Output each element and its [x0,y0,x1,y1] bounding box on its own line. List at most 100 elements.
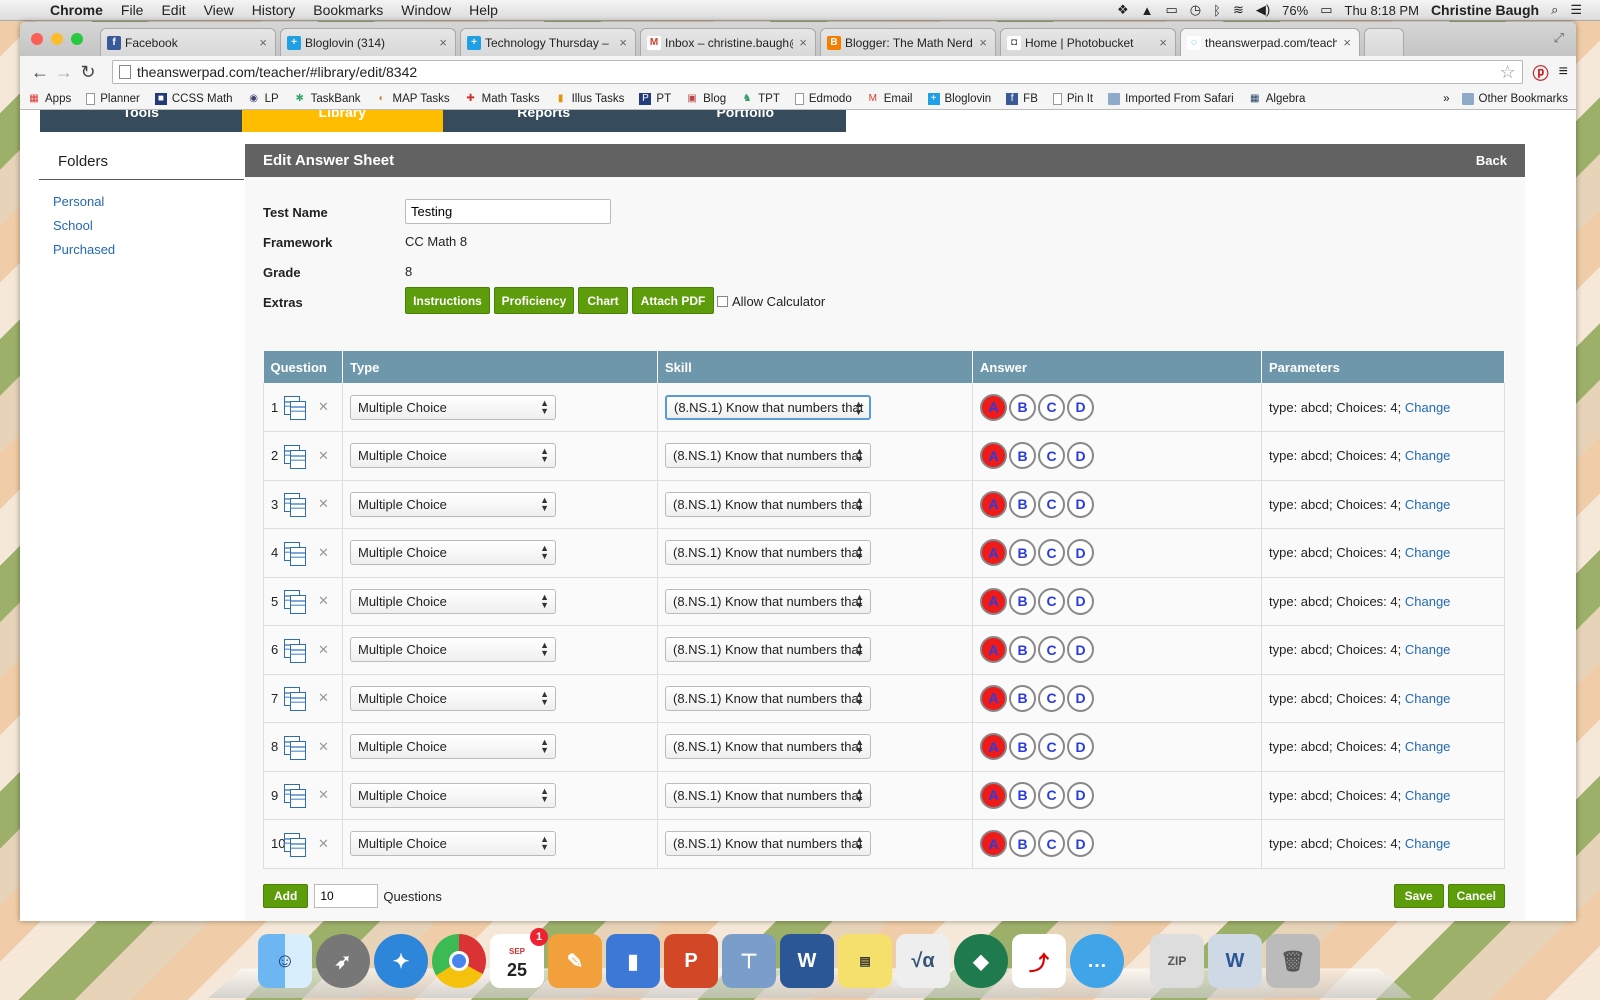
skill-select[interactable]: (8.NS.1) Know that numbers that ▲ ▼ [665,783,871,808]
type-select[interactable]: Multiple Choice ▲ ▼ [350,686,556,711]
back-arrow-icon[interactable]: ← [28,62,52,83]
nav-library[interactable]: Library [242,110,444,132]
copy-question-icon[interactable] [284,687,306,709]
skill-select[interactable]: (8.NS.1) Know that numbers that ▲ ▼ [665,443,871,468]
user-name[interactable]: Christine Baugh [1431,2,1539,18]
keynote-icon[interactable]: ⊤ [722,934,776,988]
answer-choice-a[interactable]: A [980,442,1007,469]
answer-choice-b[interactable]: B [1009,636,1036,663]
allow-calculator-checkbox[interactable] [717,296,728,307]
bookmark-imported-from-safari[interactable]: Imported From Safari [1108,93,1234,105]
answer-choice-c[interactable]: C [1038,636,1065,663]
delete-question-icon[interactable]: ✕ [318,787,329,803]
bookmark-email[interactable]: M Email [867,93,913,105]
answer-choice-d[interactable]: D [1067,830,1094,857]
bookmark-fb[interactable]: f FB [1006,93,1038,105]
menu-file[interactable]: File [121,2,144,18]
trash-icon[interactable]: 🗑 [1266,934,1320,988]
copy-question-icon[interactable] [284,784,306,806]
launchpad-icon[interactable]: ➶ [316,934,370,988]
attach-pdf-button[interactable]: Attach PDF [632,287,714,314]
acrobat-icon[interactable]: ⤴ [1012,934,1066,988]
bookmark-pin-it[interactable]: Pin It [1053,93,1093,105]
answer-choice-c[interactable]: C [1038,442,1065,469]
answer-choice-b[interactable]: B [1009,782,1036,809]
drive-icon[interactable]: ▲ [1141,3,1154,18]
bluetooth-icon[interactable]: ᛒ [1213,3,1221,18]
reload-icon[interactable]: ↻ [76,62,100,83]
bookmark-tpt[interactable]: ♞ TPT [741,93,780,105]
pages-icon[interactable]: ✎ [548,934,602,988]
skill-select[interactable]: (8.NS.1) Know that numbers that ▲ ▼ [665,492,871,517]
answer-choice-b[interactable]: B [1009,733,1036,760]
copy-question-icon[interactable] [284,833,306,855]
close-tab-icon[interactable]: × [799,35,807,50]
answer-choice-b[interactable]: B [1009,830,1036,857]
change-parameters-link[interactable]: Change [1405,836,1451,851]
change-parameters-link[interactable]: Change [1405,788,1451,803]
answer-choice-a[interactable]: A [980,830,1007,857]
menu-window[interactable]: Window [401,2,451,18]
answer-choice-c[interactable]: C [1038,782,1065,809]
menu-help[interactable]: Help [469,2,498,18]
answer-choice-d[interactable]: D [1067,733,1094,760]
answer-choice-b[interactable]: B [1009,539,1036,566]
bookmark-pt[interactable]: P PT [639,93,671,105]
answer-choice-b[interactable]: B [1009,685,1036,712]
bookmark-math-tasks[interactable]: ✚ Math Tasks [465,93,540,105]
timemachine-icon[interactable]: ◷ [1190,2,1201,18]
change-parameters-link[interactable]: Change [1405,497,1451,512]
bookmark-map-tasks[interactable]: ◐ MAP Tasks [376,93,450,105]
skill-select[interactable]: (8.NS.1) Know that numbers that ▲ ▼ [665,540,871,565]
close-window-icon[interactable] [31,33,43,45]
bookmark-illus-tasks[interactable]: ▮ Illus Tasks [555,93,625,105]
answer-choice-d[interactable]: D [1067,782,1094,809]
sims-icon[interactable]: ◆ [954,934,1008,988]
delete-question-icon[interactable]: ✕ [318,690,329,706]
battery-percent[interactable]: 76% [1282,3,1308,18]
battery-icon[interactable]: ▭ [1320,2,1332,18]
answer-choice-a[interactable]: A [980,636,1007,663]
grapher-icon[interactable]: √α [896,934,950,988]
word-document-icon[interactable]: W [1208,934,1262,988]
type-select[interactable]: Multiple Choice ▲ ▼ [350,395,556,420]
bookmarks-overflow-button[interactable]: » [1443,93,1449,105]
answer-choice-c[interactable]: C [1038,491,1065,518]
calendar-icon[interactable]: SEP 25 1 [490,934,544,988]
proficiency-button[interactable]: Proficiency [494,287,574,314]
tab-technology-thursday[interactable]: + Technology Thursday – Ke × [460,28,636,56]
delete-question-icon[interactable]: ✕ [318,545,329,561]
answer-choice-b[interactable]: B [1009,442,1036,469]
type-select[interactable]: Multiple Choice ▲ ▼ [350,734,556,759]
delete-question-icon[interactable]: ✕ [318,399,329,415]
close-tab-icon[interactable]: × [979,35,987,50]
bookmark-algebra[interactable]: ▦ Algebra [1249,93,1306,105]
menu-history[interactable]: History [252,2,296,18]
answer-choice-d[interactable]: D [1067,636,1094,663]
nav-tools[interactable]: Tools [40,110,242,132]
tab-answerpad[interactable]: ◌ theanswerpad.com/teache × [1180,28,1360,56]
copy-question-icon[interactable] [284,590,306,612]
delete-question-icon[interactable]: ✕ [318,642,329,658]
address-bar[interactable]: theanswerpad.com/teacher/#library/edit/8… [112,60,1523,84]
close-tab-icon[interactable]: × [1159,35,1167,50]
answer-choice-c[interactable]: C [1038,830,1065,857]
close-tab-icon[interactable]: × [619,35,627,50]
bookmark-taskbank[interactable]: ✱ TaskBank [294,93,361,105]
skill-select[interactable]: (8.NS.1) Know that numbers that ▲ ▼ [665,637,871,662]
word-icon[interactable]: W [780,934,834,988]
skill-select[interactable]: (8.NS.1) Know that numbers that ▲ ▼ [665,686,871,711]
tab-blogger[interactable]: B Blogger: The Math Nerdett × [820,28,996,56]
answer-choice-b[interactable]: B [1009,588,1036,615]
spotlight-icon[interactable]: ⌕ [1551,2,1558,18]
save-button[interactable]: Save [1394,884,1444,908]
answer-choice-a[interactable]: A [980,782,1007,809]
answer-choice-a[interactable]: A [980,588,1007,615]
menu-edit[interactable]: Edit [161,2,185,18]
add-questions-button[interactable]: Add [263,884,308,908]
back-button[interactable]: Back [1476,153,1507,168]
close-tab-icon[interactable]: × [1343,35,1351,50]
chart-button[interactable]: Chart [578,287,628,314]
answer-choice-c[interactable]: C [1038,685,1065,712]
tab-bloglovin[interactable]: + Bloglovin (314) × [280,28,456,56]
